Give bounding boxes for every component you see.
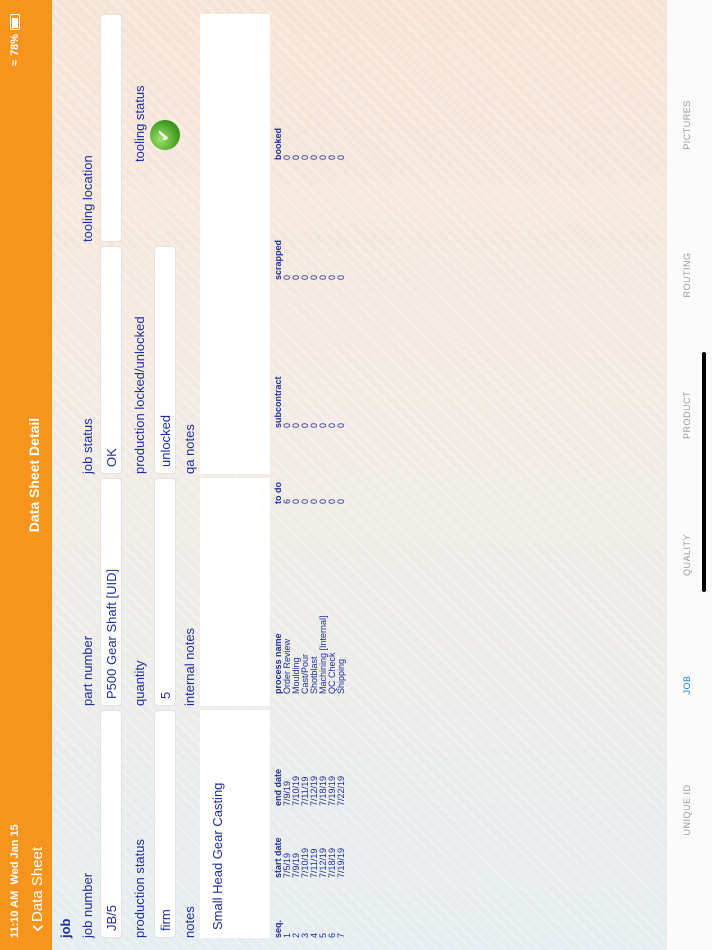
cell-to-do: 0	[318, 498, 328, 504]
cell-to-do: 0	[300, 498, 310, 504]
production-locked-label: production locked/unlocked	[132, 316, 147, 474]
cell-booked: 0	[336, 154, 346, 160]
job-status-label: job status	[80, 418, 95, 474]
qa-notes-label: qa notes	[182, 424, 197, 474]
cell-scrapped: 0	[309, 274, 319, 280]
cell-subcontract: 0	[300, 422, 310, 428]
cell-to-do: 6	[282, 498, 292, 504]
cell-subcontract: 0	[309, 422, 319, 428]
notes-text: Small Head Gear Casting	[210, 782, 225, 930]
production-status-field[interactable]: firm	[154, 710, 176, 938]
cell-scrapped: 0	[327, 274, 337, 280]
table-row[interactable]: 3 7/10/19 7/11/19 Cast/Pour 0 0 0 0	[300, 100, 310, 938]
cell-to-do: 0	[309, 498, 319, 504]
job-status-field[interactable]: OK	[100, 246, 122, 474]
header-subcontract: subcontract	[272, 376, 283, 428]
job-detail-content: job job number JB/5 part number P500 Gea…	[52, 0, 666, 950]
home-indicator	[702, 352, 706, 592]
cell-subcontract: 0	[327, 422, 337, 428]
cell-process-name: Shipping	[336, 658, 346, 694]
qa-notes-box[interactable]	[200, 14, 270, 474]
cell-booked: 0	[300, 154, 310, 160]
part-number-field[interactable]: P500 Gear Shaft [UID]	[100, 478, 122, 706]
table-header-row: seq. start date end date process name to…	[272, 100, 283, 938]
cell-to-do: 0	[336, 498, 346, 504]
tab-pictures[interactable]: PICTURES	[682, 65, 692, 185]
cell-seq: 1	[282, 932, 292, 938]
table-row[interactable]: 4 7/11/19 7/12/19 Shotblast 0 0 0 0	[309, 100, 319, 938]
tab-product[interactable]: PRODUCT	[682, 355, 692, 475]
notes-label: notes	[182, 906, 197, 938]
header-seq: seq.	[272, 919, 283, 938]
cell-booked: 0	[282, 154, 292, 160]
part-number-label: part number	[80, 635, 95, 706]
cell-booked: 0	[327, 154, 337, 160]
cell-to-do: 0	[291, 498, 301, 504]
battery-icon	[10, 14, 20, 30]
table-row[interactable]: 6 7/18/19 7/19/19 QC Check 0 0 0 0	[327, 100, 337, 938]
cell-scrapped: 0	[291, 274, 301, 280]
header-to-do: to do	[272, 482, 283, 504]
cell-booked: 0	[318, 154, 328, 160]
tooling-location-label: tooling location	[80, 155, 95, 242]
cell-to-do: 0	[327, 498, 337, 504]
table-row[interactable]: 2 7/9/19 7/10/19 Moulding 0 0 0 0	[291, 100, 301, 938]
battery-percent: 78%	[9, 34, 21, 57]
cell-seq: 6	[327, 932, 337, 938]
internal-notes-label: internal notes	[182, 627, 197, 706]
cell-booked: 0	[291, 154, 301, 160]
routing-steps-table: seq. start date end date process name to…	[272, 100, 347, 938]
production-status-label: production status	[132, 838, 147, 938]
tab-routing[interactable]: ROUTING	[682, 215, 692, 335]
cell-scrapped: 0	[300, 274, 310, 280]
table-row[interactable]: 1 7/5/19 7/9/19 Order Review 6 0 0 0	[282, 100, 292, 938]
cell-seq: 7	[336, 932, 346, 938]
table-row[interactable]: 5 7/12/19 7/18/19 Machining [Internal] 0 0 0 0	[318, 100, 328, 938]
cell-seq: 2	[291, 932, 301, 938]
cell-booked: 0	[309, 154, 319, 160]
cell-seq: 5	[318, 932, 328, 938]
cell-scrapped: 0	[282, 274, 292, 280]
tab-unique-id[interactable]: UNIQUE ID	[682, 750, 692, 870]
cell-subcontract: 0	[282, 422, 292, 428]
cell-subcontract: 0	[336, 422, 346, 428]
table-row[interactable]: 7 7/19/19 7/22/19 Shipping 0 0 0 0	[336, 100, 346, 938]
tooling-location-field[interactable]	[100, 14, 122, 242]
header-scrapped: scrapped	[272, 239, 283, 280]
rotated-screen: 11:10 AM Wed Jan 15 ≈ 78% ‹ Data Sheet D…	[0, 0, 712, 950]
cell-seq: 3	[300, 932, 310, 938]
cell-end-date: 7/22/19	[336, 775, 346, 806]
header-booked: booked	[272, 127, 283, 160]
page-title: Data Sheet Detail	[26, 417, 42, 533]
internal-notes-box[interactable]	[200, 478, 270, 706]
notes-box[interactable]: Small Head Gear Casting	[200, 710, 270, 938]
status-time: 11:10 AM Wed Jan 15	[9, 824, 21, 938]
cell-seq: 4	[309, 932, 319, 938]
production-locked-field[interactable]: unlocked	[154, 246, 176, 474]
check-circle-icon	[150, 120, 180, 150]
cell-scrapped: 0	[336, 274, 346, 280]
tab-job[interactable]: JOB	[682, 625, 692, 745]
nav-bar: ‹ Data Sheet Data Sheet Detail	[23, 0, 52, 950]
status-right: ≈ 78%	[9, 14, 21, 66]
cell-start-date: 7/19/19	[336, 847, 346, 878]
quantity-field[interactable]: 5	[154, 478, 176, 706]
tooling-status-label: tooling status	[132, 85, 147, 162]
wifi-icon: ≈	[9, 60, 21, 67]
job-number-label: job number	[80, 872, 95, 938]
tab-quality[interactable]: QUALITY	[682, 495, 692, 615]
job-number-field[interactable]: JB/5	[100, 710, 122, 938]
section-title: job	[58, 918, 73, 939]
cell-subcontract: 0	[291, 422, 301, 428]
cell-subcontract: 0	[318, 422, 328, 428]
quantity-label: quantity	[132, 660, 147, 706]
cell-scrapped: 0	[318, 274, 328, 280]
